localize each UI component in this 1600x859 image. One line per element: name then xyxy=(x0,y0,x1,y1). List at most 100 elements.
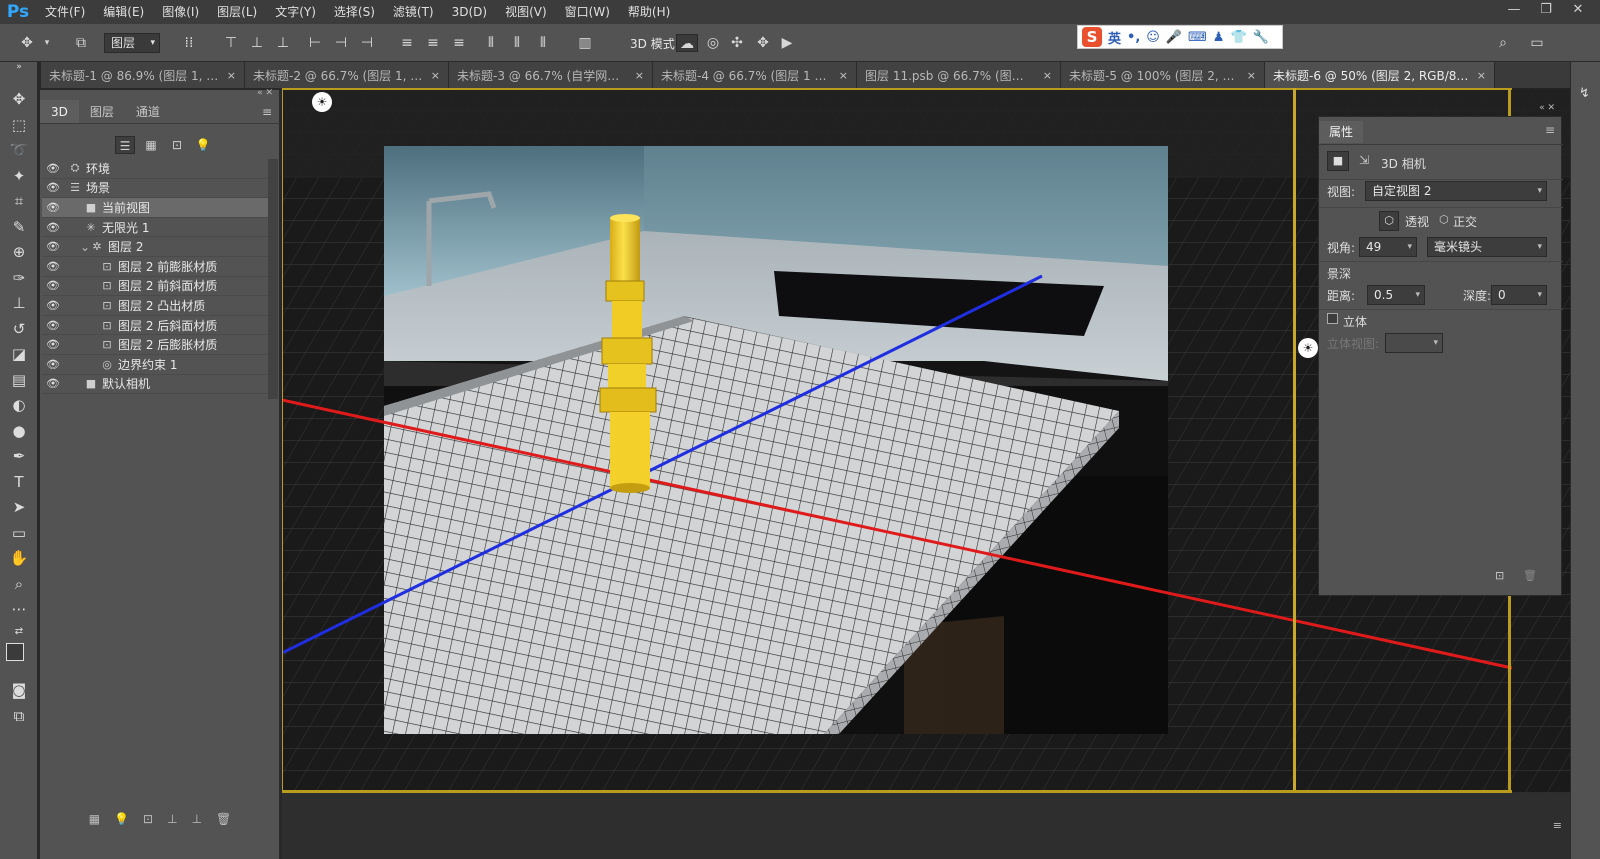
align-hcenter-icon[interactable]: ⊣ xyxy=(332,34,350,52)
scene-row[interactable]: 👁 ⊡ 图层 2 后斜面材质 xyxy=(42,316,268,336)
document-tab[interactable]: 未标题-1 @ 86.9% (图层 1, RG... × xyxy=(41,62,245,88)
eraser-tool-icon[interactable]: ◪ xyxy=(6,343,32,365)
visibility-eye-icon[interactable]: 👁 xyxy=(42,162,64,175)
tab-close-icon[interactable]: × xyxy=(1247,69,1256,82)
visibility-eye-icon[interactable]: 👁 xyxy=(42,377,64,390)
menu-item[interactable]: 编辑(E) xyxy=(94,0,153,24)
menu-item[interactable]: 选择(S) xyxy=(325,0,384,24)
whole-scene-filter-icon[interactable]: ☰ xyxy=(115,136,135,154)
scene-row[interactable]: 👁 ⛭ 环境 xyxy=(42,159,268,179)
tab-close-icon[interactable]: × xyxy=(431,69,440,82)
visibility-eye-icon[interactable]: 👁 xyxy=(42,221,64,234)
stamp-tool-icon[interactable]: ⊥ xyxy=(6,292,32,314)
screen-mode-icon[interactable]: ⧉ xyxy=(6,705,32,727)
visibility-eye-icon[interactable]: 👁 xyxy=(42,279,64,292)
tab-close-icon[interactable]: × xyxy=(839,69,848,82)
dodge-tool-icon[interactable]: ● xyxy=(6,420,32,442)
document-tab[interactable]: 未标题-6 @ 50% (图层 2, RGB/8#) * × xyxy=(1265,62,1495,88)
scene-row[interactable]: 👁 ✳ 无限光 1 xyxy=(42,218,268,238)
menu-item[interactable]: 图像(I) xyxy=(153,0,208,24)
document-tab[interactable]: 图层 11.psb @ 66.7% (图层 1, ... × xyxy=(857,62,1061,88)
slide-3d-icon[interactable]: ✥ xyxy=(754,34,772,52)
eyedropper-tool-icon[interactable]: ✎ xyxy=(6,216,32,238)
zoom-3d-camera-icon[interactable]: ▶ xyxy=(778,34,796,52)
distance-field[interactable]: 0.5 ▾ xyxy=(1367,285,1425,305)
pen-tool-icon[interactable]: ✒ xyxy=(6,445,32,467)
gradient-tool-icon[interactable]: ▤ xyxy=(6,369,32,391)
scene-row[interactable]: 👁 ⊡ 图层 2 凸出材质 xyxy=(42,296,268,316)
brush-tool-icon[interactable]: ✑ xyxy=(6,267,32,289)
tab-3d[interactable]: 3D xyxy=(40,100,79,123)
skin-icon[interactable]: 👕 xyxy=(1230,30,1246,45)
visibility-eye-icon[interactable]: 👁 xyxy=(42,299,64,312)
tab-close-icon[interactable]: × xyxy=(1043,69,1052,82)
search-icon[interactable]: ⌕ xyxy=(1494,34,1512,52)
more-tools-icon[interactable]: ⋯ xyxy=(6,598,32,620)
menu-item[interactable]: 文字(Y) xyxy=(266,0,325,24)
menu-item[interactable]: 滤镜(T) xyxy=(384,0,443,24)
menu-item[interactable]: 图层(L) xyxy=(208,0,266,24)
keyboard-icon[interactable]: ⌨ xyxy=(1188,30,1207,45)
user-icon[interactable]: ♟ xyxy=(1213,30,1225,45)
restore-button[interactable]: ❐ xyxy=(1530,0,1562,20)
menu-item[interactable]: 视图(V) xyxy=(496,0,556,24)
menu-item[interactable]: 3D(D) xyxy=(443,0,496,24)
quick-mask-icon[interactable]: ◙ xyxy=(6,679,32,701)
distribute-right-icon[interactable]: ⦀ xyxy=(534,34,552,52)
distribute-left-icon[interactable]: ⦀ xyxy=(482,34,500,52)
shape-tool-icon[interactable]: ▭ xyxy=(6,522,32,544)
perspective-icon[interactable]: ⬡ xyxy=(1379,211,1399,231)
punctuation-icon[interactable]: •, xyxy=(1127,30,1140,45)
ime-toolbar[interactable]: S 英 •, ☺ 🎤 ⌨ ♟ 👕 🔧 xyxy=(1077,25,1283,49)
align-right-icon[interactable]: ⊣ xyxy=(358,34,376,52)
menu-item[interactable]: 窗口(W) xyxy=(556,0,619,24)
hand-tool-icon[interactable]: ✋ xyxy=(6,547,32,569)
panel-collapse-icon[interactable]: « ✕ xyxy=(257,88,273,98)
orbit-3d-icon[interactable]: ☁ xyxy=(676,34,698,52)
swap-colors-icon[interactable]: ⇄ xyxy=(6,625,32,639)
visibility-eye-icon[interactable]: 👁 xyxy=(42,319,64,332)
history-panel-icon[interactable]: ↯ xyxy=(1579,86,1590,101)
coordinates-icon[interactable]: ⇲ xyxy=(1359,153,1369,167)
scene-scrollbar[interactable] xyxy=(268,159,278,399)
perspective-label[interactable]: 透视 xyxy=(1405,213,1429,230)
microphone-icon[interactable]: 🎤 xyxy=(1166,30,1182,45)
document-tab[interactable]: 未标题-5 @ 100% (图层 2, RG... × xyxy=(1061,62,1265,88)
depth-field[interactable]: 0 ▾ xyxy=(1491,285,1547,305)
chevron-down-icon[interactable]: ▾ xyxy=(38,34,56,52)
drag-3d-icon[interactable]: ✣ xyxy=(728,34,746,52)
lasso-tool-icon[interactable]: ➰ xyxy=(6,139,32,161)
panel-menu-icon[interactable]: ≡ xyxy=(254,100,280,123)
visibility-eye-icon[interactable]: 👁 xyxy=(42,338,64,351)
auto-align-icon[interactable]: ▥ xyxy=(576,34,594,52)
transform-controls-icon[interactable]: ⁞⁞ xyxy=(180,34,198,52)
camera-icon[interactable]: ■ xyxy=(1327,151,1349,171)
magic-wand-tool-icon[interactable]: ✦ xyxy=(6,165,32,187)
align-vcenter-icon[interactable]: ⊥ xyxy=(248,34,266,52)
scene-row[interactable]: 👁 ⊡ 图层 2 前斜面材质 xyxy=(42,277,268,297)
close-button[interactable]: ✕ xyxy=(1562,0,1594,20)
stereo-checkbox[interactable] xyxy=(1327,313,1338,324)
scene-row[interactable]: 👁 ⊡ 图层 2 前膨胀材质 xyxy=(42,257,268,277)
render-icon[interactable]: ⊡ xyxy=(1495,569,1504,582)
align-bottom-icon[interactable]: ⊥ xyxy=(274,34,292,52)
tab-layers[interactable]: 图层 xyxy=(79,100,125,123)
ime-lang[interactable]: 英 xyxy=(1108,28,1121,47)
path-select-tool-icon[interactable]: ➤ xyxy=(6,496,32,518)
move-tool-icon[interactable]: ✥ xyxy=(6,88,32,110)
render-icon[interactable]: ⊡ xyxy=(143,812,153,826)
blur-tool-icon[interactable]: ◐ xyxy=(6,394,32,416)
scene-row[interactable]: 👁 ◎ 边界约束 1 xyxy=(42,355,268,375)
fov-field[interactable]: 49 ▾ xyxy=(1359,237,1417,257)
trash-icon[interactable]: 🗑 xyxy=(216,812,231,826)
lens-select[interactable]: 毫米镜头 ▾ xyxy=(1427,237,1547,257)
status-menu-icon[interactable]: ≡ xyxy=(1553,819,1562,832)
props-menu-icon[interactable]: ≡ xyxy=(1545,123,1555,137)
move-tool-icon[interactable]: ✥ xyxy=(18,34,36,52)
menu-item[interactable]: 帮助(H) xyxy=(619,0,679,24)
emoji-icon[interactable]: ☺ xyxy=(1146,30,1160,45)
add-light-icon[interactable]: 💡 xyxy=(114,812,129,826)
meshes-filter-icon[interactable]: ▦ xyxy=(141,136,161,154)
materials-filter-icon[interactable]: ⊡ xyxy=(167,136,187,154)
infinite-light-icon[interactable]: ☀ xyxy=(312,92,332,112)
